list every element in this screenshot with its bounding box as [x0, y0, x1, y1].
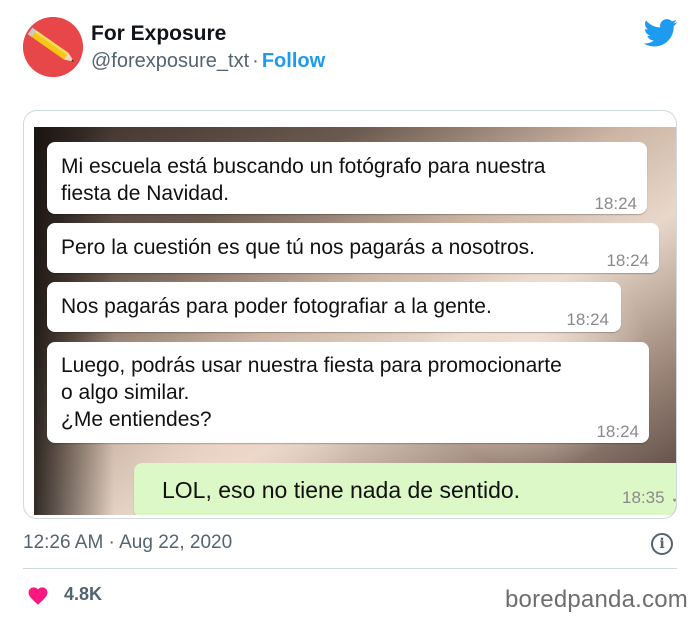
message-time: 18:24 [566, 310, 609, 329]
message-time: 18:24 [596, 422, 639, 441]
divider [23, 568, 677, 569]
message-time: 18:24 [594, 194, 637, 213]
attached-screenshot[interactable]: Mi escuela está buscando un fotógrafo pa… [23, 110, 677, 519]
message-bubble: Pero la cuestión es que tú nos pagarás a… [47, 223, 659, 273]
message-bubble: Luego, podrás usar nuestra fiesta para p… [47, 342, 649, 443]
message-bubble: Mi escuela está buscando un fotógrafo pa… [47, 142, 647, 214]
heart-icon[interactable] [27, 585, 49, 605]
message-time: 18:24 [606, 251, 649, 270]
message-time: 18:35 [622, 488, 665, 507]
message-text: Mi escuela está buscando un fotógrafo pa… [61, 155, 546, 205]
tweet-timestamp[interactable]: 12:26 AM · Aug 22, 2020 [23, 532, 232, 554]
handle-row: @forexposure_txt · Follow [91, 50, 325, 73]
info-icon[interactable]: i [651, 533, 673, 555]
account-name[interactable]: For Exposure [91, 22, 226, 46]
separator-dot: · [252, 50, 259, 72]
message-text: Nos pagarás para poder fotografiar a la … [61, 295, 492, 318]
watermark: boredpanda.com [505, 586, 688, 613]
message-text: Luego, podrás usar nuestra fiesta para p… [61, 354, 562, 431]
pencil-icon [23, 17, 83, 77]
avatar[interactable] [23, 17, 83, 77]
follow-button[interactable]: Follow [262, 50, 325, 72]
tweet-card: For Exposure @forexposure_txt · Follow Mi … [0, 0, 700, 621]
message-text: LOL, eso no tiene nada de sentido. [162, 477, 521, 503]
like-count[interactable]: 4.8K [64, 584, 102, 605]
chat-background-photo: Mi escuela está buscando un fotógrafo pa… [34, 127, 676, 515]
twitter-bird-icon[interactable] [644, 19, 678, 47]
message-text: Pero la cuestión es que tú nos pagarás a… [61, 236, 535, 259]
sent-message-bubble: LOL, eso no tiene nada de sentido. 18:35… [134, 463, 676, 515]
message-bubble: Nos pagarás para poder fotografiar a la … [47, 282, 621, 332]
account-handle[interactable]: @forexposure_txt [91, 50, 249, 72]
read-ticks-icon: ✓✓ [671, 485, 676, 512]
